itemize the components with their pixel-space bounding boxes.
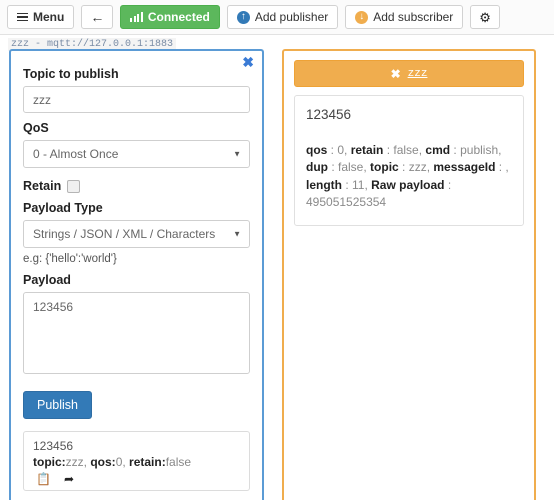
payload-type-select[interactable]: Strings / JSON / XML / Characters ▼ bbox=[23, 220, 250, 248]
hamburger-icon bbox=[17, 11, 28, 24]
toolbar: Menu ← Connected ↑ Add publisher ↓ Add s… bbox=[0, 0, 554, 35]
menu-button[interactable]: Menu bbox=[7, 5, 75, 29]
publisher-close-icon[interactable]: ✖ bbox=[242, 55, 254, 69]
retain-row[interactable]: Retain bbox=[23, 179, 250, 193]
back-button[interactable]: ← bbox=[81, 5, 114, 29]
history-item: 123456 topic:zzz, qos:0, retain:false 📋 ➦ bbox=[23, 431, 250, 491]
history-payload: 123456 bbox=[33, 439, 74, 453]
menu-button-label: Menu bbox=[33, 10, 65, 24]
payload-label: Payload bbox=[23, 273, 71, 287]
signal-bars-icon bbox=[130, 12, 143, 22]
subscriber-message-card: 123456 qos : 0, retain : false, cmd : pu… bbox=[294, 95, 524, 226]
retain-checkbox[interactable] bbox=[67, 179, 81, 193]
qos-select[interactable]: 0 - Almost Once ▼ bbox=[23, 140, 250, 168]
app-root: Menu ← Connected ↑ Add publisher ↓ Add s… bbox=[0, 0, 554, 500]
payload-type-select-value: Strings / JSON / XML / Characters bbox=[33, 227, 216, 241]
payload-type-hint: e.g: {'hello':'world'} bbox=[23, 253, 117, 265]
topic-label: Topic to publish bbox=[23, 67, 119, 81]
subscriber-header[interactable]: ✖ zzz bbox=[294, 60, 524, 87]
panels-container: ✖ Topic to publish QoS 0 - Almost Once ▼… bbox=[0, 49, 554, 500]
connection-status-button[interactable]: Connected bbox=[120, 5, 220, 29]
subscriber-close-icon[interactable]: ✖ bbox=[391, 68, 401, 80]
gear-icon: ⚙ bbox=[479, 9, 491, 25]
message-detail: qos : 0, retain : false, cmd : publish, … bbox=[306, 143, 509, 210]
add-publisher-label: Add publisher bbox=[254, 10, 329, 24]
add-subscriber-label: Add subscriber bbox=[373, 10, 454, 24]
topic-input[interactable] bbox=[23, 86, 250, 113]
payload-type-label: Payload Type bbox=[23, 201, 103, 215]
add-subscriber-button[interactable]: ↓ Add subscriber bbox=[345, 5, 464, 29]
circle-arrow-down-icon: ↓ bbox=[355, 10, 369, 24]
subscriber-panel: ✖ zzz 123456 qos : 0, retain : false, cm… bbox=[282, 49, 536, 500]
publish-history-list: 123456 topic:zzz, qos:0, retain:false 📋 ➦ bbox=[23, 431, 250, 491]
retain-label: Retain bbox=[23, 179, 62, 193]
share-arrow-icon[interactable]: ➦ bbox=[64, 473, 74, 485]
publish-button[interactable]: Publish bbox=[23, 391, 92, 419]
history-actions: 📋 ➦ bbox=[33, 473, 240, 485]
chevron-down-icon: ▼ bbox=[233, 149, 241, 159]
clipboard-icon[interactable]: 📋 bbox=[36, 473, 51, 485]
add-publisher-button[interactable]: ↑ Add publisher bbox=[226, 5, 339, 29]
history-meta: topic:zzz, qos:0, retain:false bbox=[33, 455, 192, 469]
qos-label: QoS bbox=[23, 121, 49, 135]
chevron-down-icon: ▼ bbox=[233, 229, 241, 239]
message-payload: 123456 bbox=[306, 107, 352, 122]
publisher-panel: ✖ Topic to publish QoS 0 - Almost Once ▼… bbox=[9, 49, 264, 500]
arrow-left-icon: ← bbox=[90, 9, 105, 25]
connection-status-label: Connected bbox=[147, 10, 210, 24]
qos-select-value: 0 - Almost Once bbox=[33, 147, 119, 161]
subscriber-topic-label: zzz bbox=[407, 67, 428, 80]
payload-textarea[interactable] bbox=[23, 292, 250, 374]
settings-button[interactable]: ⚙ bbox=[470, 5, 500, 29]
circle-arrow-up-icon: ↑ bbox=[236, 10, 250, 24]
